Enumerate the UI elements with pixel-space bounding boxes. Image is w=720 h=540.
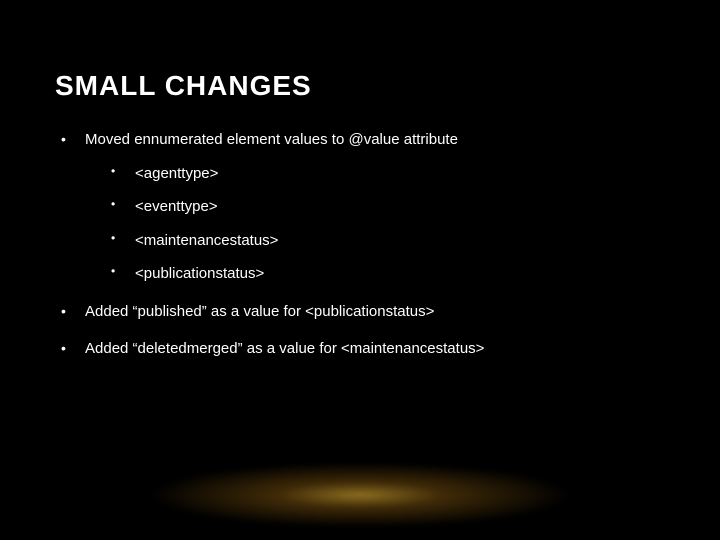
list-item-text: Moved ennumerated element values to @val… [85, 131, 458, 148]
sub-list-item: <eventtype> [105, 197, 665, 217]
sub-list-item: <publicationstatus> [105, 264, 665, 284]
bullet-list: Moved ennumerated element values to @val… [55, 130, 665, 359]
list-item: Moved ennumerated element values to @val… [55, 130, 665, 284]
sub-list-item: <maintenancestatus> [105, 231, 665, 251]
slide: SMALL CHANGES Moved ennumerated element … [0, 0, 720, 540]
slide-title: SMALL CHANGES [55, 70, 665, 102]
list-item: Added “deletedmerged” as a value for <ma… [55, 339, 665, 359]
sub-list-item: <agenttype> [105, 164, 665, 184]
glow-decoration [130, 460, 590, 530]
sub-list: <agenttype> <eventtype> <maintenancestat… [85, 164, 665, 284]
list-item-text: Added “published” as a value for <public… [85, 303, 434, 320]
list-item-text: Added “deletedmerged” as a value for <ma… [85, 340, 484, 357]
list-item: Added “published” as a value for <public… [55, 302, 665, 322]
